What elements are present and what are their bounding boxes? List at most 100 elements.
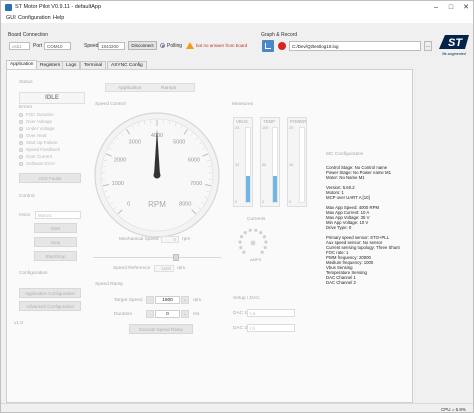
board-connection-label: Board Connection	[8, 32, 49, 38]
control-title: Control	[19, 194, 35, 199]
error-indicator: Over Voltage	[19, 119, 60, 126]
duration-increment[interactable]: +	[181, 310, 189, 318]
ref-slider-track[interactable]	[93, 257, 221, 258]
record-icon[interactable]	[278, 42, 286, 50]
currents-title: Currents	[247, 217, 266, 222]
svg-text:ST: ST	[448, 37, 463, 49]
error-indicator: Speed Feedback	[19, 147, 60, 154]
measure-scale-label: 50	[262, 163, 267, 167]
led-icon	[19, 119, 23, 124]
close-icon[interactable]: ✕	[459, 2, 473, 13]
measure-label: TEMP	[263, 119, 275, 124]
currents-dot	[254, 228, 258, 232]
measure-bar-track	[272, 127, 278, 203]
inner-tab-application[interactable]: Application	[118, 86, 141, 91]
led-icon	[19, 147, 23, 152]
currents-dot	[259, 230, 263, 235]
measure-scale-label: 0	[289, 200, 292, 204]
menu-gui[interactable]: GUI	[6, 15, 16, 21]
adv-config-button[interactable]: Advanced Configuration	[19, 301, 81, 311]
measure-scale-label: 12	[235, 163, 240, 167]
error-indicator: Start Up Failure	[19, 140, 60, 147]
gauge-unit-label: RPM	[148, 200, 166, 209]
motor-select[interactable]: Motor1	[35, 211, 81, 219]
dac1-select[interactable]: I a	[247, 309, 295, 317]
led-icon	[19, 161, 23, 166]
currents-dot	[239, 235, 244, 239]
target-speed-input[interactable]: 1500	[155, 296, 180, 304]
polling-radio[interactable]	[160, 43, 165, 48]
log-path-input[interactable]: C:/Dev/Qt/testlog10.log	[289, 41, 421, 51]
maximize-icon[interactable]: □	[444, 2, 458, 13]
browse-button[interactable]: …	[424, 41, 432, 51]
dac2-select[interactable]: I b	[247, 324, 295, 332]
currents-dot	[239, 245, 243, 250]
led-icon	[19, 126, 23, 131]
mc-config-line: DAC Channel 2	[326, 280, 356, 285]
target-speed-unit: rpm	[193, 298, 202, 303]
error-indicator: Over Current	[19, 154, 60, 161]
target-speed-label: Target Speed	[114, 298, 143, 303]
tab-terminal[interactable]: Terminal	[80, 61, 107, 69]
warning-text: but no answer from board	[196, 43, 248, 48]
ack-faults-button[interactable]: ACK Faults	[19, 173, 81, 183]
target-increment[interactable]: +	[181, 296, 189, 304]
duration-label: Duration	[114, 312, 133, 317]
duration-input[interactable]: 0	[155, 310, 180, 318]
app-config-button[interactable]: Application Configuration	[19, 288, 81, 298]
measure-bar-track	[245, 127, 251, 203]
start-button[interactable]: Start	[34, 223, 77, 233]
start-stop-button[interactable]: Start/Stop	[34, 251, 77, 261]
tab-registers[interactable]: Registers	[36, 61, 65, 69]
logo-tagline: life.augmented	[442, 52, 466, 56]
device-select[interactable]: usb1	[9, 42, 30, 50]
tab-application[interactable]: Application	[6, 60, 38, 69]
measure-label: VBUS	[236, 119, 248, 124]
tab-async-config[interactable]: ASYNC Config	[107, 61, 147, 69]
gauge-scale-label: 0	[127, 201, 130, 207]
minimize-icon[interactable]: –	[429, 2, 443, 13]
currents-dot	[238, 240, 242, 244]
speed-gauge: 010002000300040005000600070008000 RPM	[93, 111, 221, 239]
currents-dot	[242, 250, 246, 254]
error-indicator: Under Voltage	[19, 126, 60, 133]
tab-logs[interactable]: Logs	[62, 61, 81, 69]
motor-label: Motor	[19, 212, 31, 217]
measures-title: Measures	[232, 102, 254, 107]
st-logo-icon: ST	[439, 35, 469, 49]
graph-icon[interactable]	[262, 40, 274, 52]
ref-slider-handle[interactable]	[173, 254, 179, 261]
execute-ramp-button[interactable]: Execute Speed Ramp	[129, 324, 193, 334]
speed-ref-input[interactable]: 1500	[154, 265, 174, 272]
gauge-scale-label: 7000	[190, 181, 202, 187]
inner-tab-bar: Application Ramps	[105, 83, 195, 92]
stop-button[interactable]: Stop	[34, 237, 77, 247]
inner-tab-ramps[interactable]: Ramps	[161, 86, 176, 91]
led-icon	[19, 140, 23, 145]
st-logo: ST life.augmented	[439, 35, 469, 56]
speed-label: Speed	[84, 43, 99, 49]
measure-gauge: TEMP 100 50 0	[260, 117, 280, 207]
menu-help[interactable]: Help	[53, 15, 64, 21]
mech-speed-unit: rpm	[182, 237, 191, 242]
gauge-scale-label: 2000	[114, 158, 126, 164]
led-icon	[19, 154, 23, 159]
port-select[interactable]: COM10	[44, 42, 71, 50]
title-bar: ST Motor Pilot V0.9.11 - defaultApp – □ …	[1, 1, 473, 14]
error-indicator: FOC Duration	[19, 112, 60, 119]
target-decrement[interactable]: -	[146, 296, 154, 304]
mc-config-title: MC Configuration	[326, 152, 364, 157]
menu-configuration[interactable]: Configuration	[18, 15, 51, 21]
duration-decrement[interactable]: -	[146, 310, 154, 318]
error-indicator: Over Heat	[19, 133, 60, 140]
gauge-scale-label: 8000	[179, 201, 191, 207]
led-icon	[19, 112, 23, 117]
polling-label: Polling	[167, 43, 183, 49]
disconnect-button[interactable]: Disconnect	[128, 41, 157, 50]
speed-ramp-title: Speed Ramp	[95, 282, 123, 287]
mc-config-text: Control Stage: No Control name Power Stag…	[326, 165, 408, 285]
measure-scale-label: 0	[262, 200, 265, 204]
baud-select[interactable]: 1843200	[98, 42, 125, 50]
mech-speed-value: 0	[161, 236, 179, 243]
menu-bar: GUI Configuration Help	[1, 14, 473, 23]
